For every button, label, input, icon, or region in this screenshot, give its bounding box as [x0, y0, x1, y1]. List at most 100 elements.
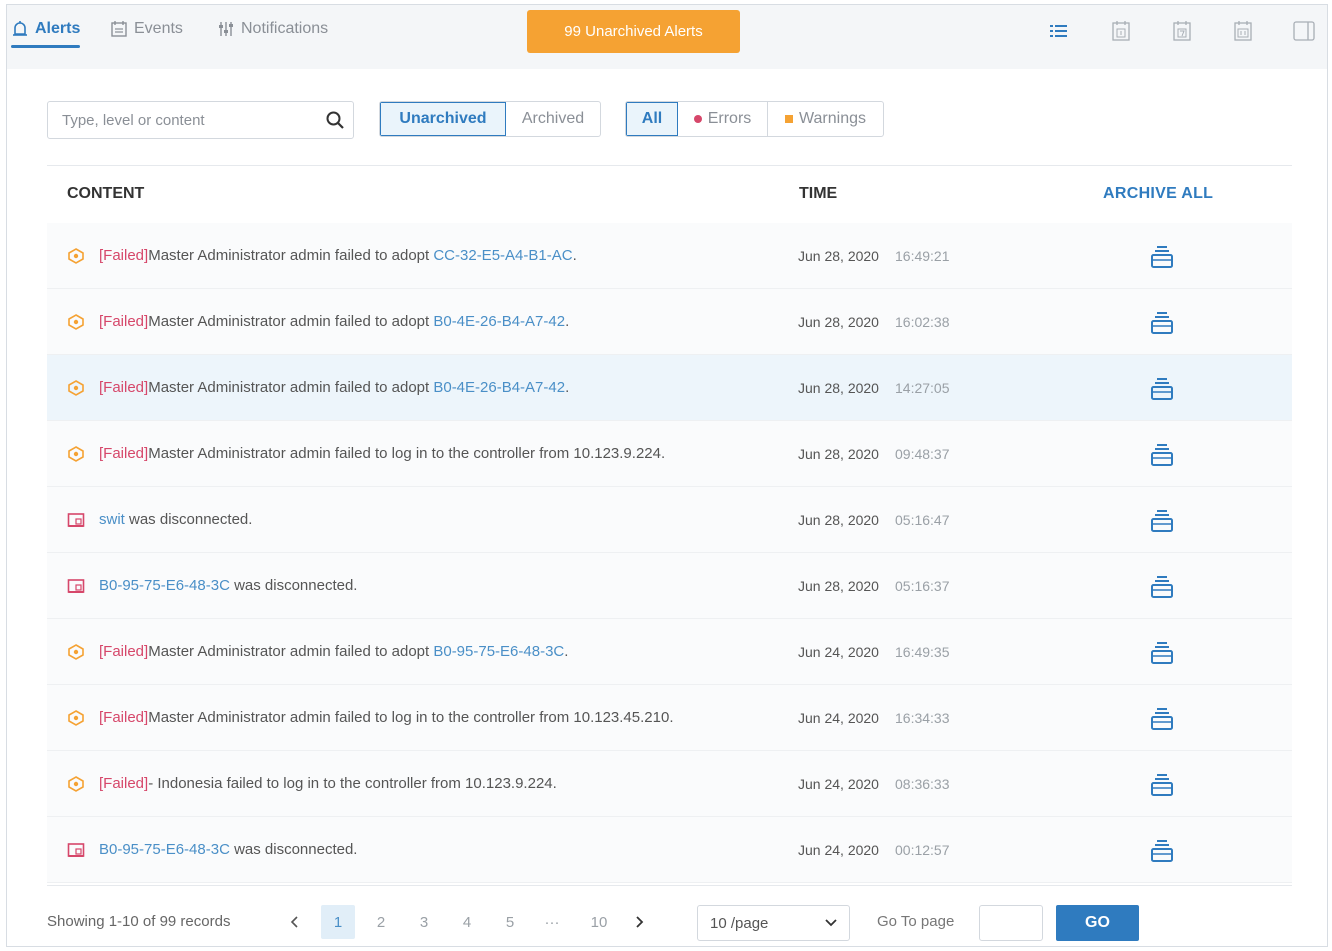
page-button[interactable]: 5 — [493, 905, 527, 939]
device-link[interactable]: B0-95-75-E6-48-3C — [99, 841, 230, 858]
alert-time: 16:49:21 — [895, 248, 950, 264]
level-filter: All Errors Warnings — [625, 101, 884, 137]
search-input[interactable] — [48, 102, 317, 138]
archive-all-button[interactable]: ARCHIVE ALL — [1103, 185, 1213, 203]
device-link[interactable]: CC-32-E5-A4-B1-AC — [433, 247, 572, 264]
warning-gear-icon — [67, 776, 85, 792]
prev-page-button[interactable] — [277, 905, 311, 939]
filter-errors[interactable]: Errors — [678, 102, 768, 136]
alert-suffix: was disconnected. — [229, 841, 358, 858]
archive-icon[interactable] — [1147, 573, 1177, 601]
warning-square-icon — [785, 115, 793, 123]
page-button[interactable]: 2 — [364, 905, 398, 939]
filter-archived[interactable]: Archived — [506, 102, 600, 136]
alert-time: 16:49:35 — [895, 644, 950, 660]
device-disconnected-icon — [67, 842, 85, 858]
archive-icon[interactable] — [1147, 243, 1177, 271]
table-row[interactable]: B0-95-75-E6-48-3C was disconnected. Jun 2… — [47, 817, 1292, 883]
filter-unarchived[interactable]: Unarchived — [380, 102, 506, 136]
archive-icon[interactable] — [1147, 639, 1177, 667]
table-row[interactable]: [Failed]Master Administrator admin faile… — [47, 421, 1292, 487]
alert-suffix: was disconnected. — [229, 577, 358, 594]
archive-icon[interactable] — [1147, 705, 1177, 733]
alert-date: Jun 24, 2020 — [798, 710, 879, 726]
table-row[interactable]: [Failed]Master Administrator admin faile… — [47, 685, 1292, 751]
archive-icon[interactable] — [1147, 441, 1177, 469]
tab-events[interactable]: Events — [110, 17, 183, 41]
top-bar: Alerts Events Notifications 99 Unarchive… — [7, 5, 1327, 69]
tab-alerts[interactable]: Alerts — [11, 17, 81, 48]
failed-tag: [Failed] — [99, 247, 149, 264]
filter-all[interactable]: All — [626, 102, 678, 136]
failed-tag: [Failed] — [99, 313, 149, 330]
alert-text: Master Administrator admin failed to log… — [148, 709, 674, 726]
alert-content: [Failed]Master Administrator admin faile… — [99, 247, 577, 264]
list-view-icon[interactable] — [1047, 19, 1071, 43]
archive-icon[interactable] — [1147, 837, 1177, 865]
page-size-select[interactable]: 10 /page — [697, 905, 850, 941]
alert-content: swit was disconnected. — [99, 511, 252, 528]
archive-icon[interactable] — [1147, 771, 1177, 799]
alert-date: Jun 28, 2020 — [798, 248, 879, 264]
device-link[interactable]: swit — [99, 511, 125, 528]
page-size-value: 10 /page — [710, 914, 769, 932]
alert-suffix: . — [565, 379, 570, 396]
archive-icon[interactable] — [1147, 309, 1177, 337]
month-calendar-icon[interactable] — [1231, 19, 1255, 43]
alert-content: B0-95-75-E6-48-3C was disconnected. — [99, 577, 357, 594]
warning-gear-icon — [67, 710, 85, 726]
device-link[interactable]: B0-95-75-E6-48-3C — [433, 643, 564, 660]
device-link[interactable]: B0-4E-26-B4-A7-42 — [433, 379, 565, 396]
failed-tag: [Failed] — [99, 775, 149, 792]
pagination-ellipsis[interactable]: ··· — [535, 905, 569, 939]
alert-time: 16:34:33 — [895, 710, 950, 726]
archive-icon[interactable] — [1147, 507, 1177, 535]
table-row[interactable]: [Failed]Master Administrator admin faile… — [47, 355, 1292, 421]
table-row[interactable]: swit was disconnected. Jun 28, 2020 05:16:… — [47, 487, 1292, 553]
filter-warnings-label: Warnings — [799, 110, 866, 127]
page-button[interactable]: 10 — [582, 905, 616, 939]
archive-icon[interactable] — [1147, 375, 1177, 403]
alert-text: Master Administrator admin failed to log… — [148, 445, 666, 462]
alert-suffix: . — [572, 247, 577, 264]
alert-date: Jun 24, 2020 — [798, 842, 879, 858]
alerts-panel: Alerts Events Notifications 99 Unarchive… — [6, 4, 1328, 947]
failed-tag: [Failed] — [99, 445, 149, 462]
device-link[interactable]: B0-4E-26-B4-A7-42 — [433, 313, 565, 330]
next-page-button[interactable] — [623, 905, 657, 939]
table-row[interactable]: [Failed]Master Administrator admin faile… — [47, 223, 1292, 289]
go-button[interactable]: GO — [1056, 905, 1139, 941]
week-calendar-icon[interactable] — [1170, 19, 1194, 43]
alert-text: - Indonesia failed to log in to the cont… — [148, 775, 557, 792]
tab-notifications[interactable]: Notifications — [217, 17, 328, 41]
table-row[interactable]: [Failed]Master Administrator admin faile… — [47, 289, 1292, 355]
table-row[interactable]: [Failed]- Indonesia failed to log in to … — [47, 751, 1292, 817]
unarchived-alerts-banner[interactable]: 99 Unarchived Alerts — [527, 10, 740, 53]
device-link[interactable]: B0-95-75-E6-48-3C — [99, 577, 230, 594]
failed-tag: [Failed] — [99, 709, 149, 726]
alerts-table-body: [Failed]Master Administrator admin faile… — [47, 223, 1292, 883]
panel-layout-icon[interactable] — [1292, 19, 1316, 43]
search-box — [47, 101, 354, 139]
filter-warnings[interactable]: Warnings — [768, 102, 883, 136]
alert-date: Jun 28, 2020 — [798, 446, 879, 462]
alert-time: 05:16:47 — [895, 512, 950, 528]
alert-content: B0-95-75-E6-48-3C was disconnected. — [99, 841, 357, 858]
table-row[interactable]: [Failed]Master Administrator admin faile… — [47, 619, 1292, 685]
page-button[interactable]: 3 — [407, 905, 441, 939]
table-row[interactable]: B0-95-75-E6-48-3C was disconnected. Jun 2… — [47, 553, 1292, 619]
alert-text: Master Administrator admin failed to ado… — [148, 313, 434, 330]
column-header-content: CONTENT — [67, 185, 145, 202]
page-button[interactable]: 1 — [321, 905, 355, 939]
sliders-icon — [217, 20, 235, 38]
alert-time: 09:48:37 — [895, 446, 950, 462]
alert-content: [Failed]Master Administrator admin faile… — [99, 643, 568, 660]
day-calendar-icon[interactable] — [1109, 19, 1133, 43]
search-icon[interactable] — [317, 102, 353, 138]
goto-page-input[interactable] — [979, 905, 1043, 941]
alert-date: Jun 28, 2020 — [798, 380, 879, 396]
archive-filter: Unarchived Archived — [379, 101, 601, 137]
alert-time: 16:02:38 — [895, 314, 950, 330]
page-button[interactable]: 4 — [450, 905, 484, 939]
alert-content: [Failed]Master Administrator admin faile… — [99, 445, 665, 462]
